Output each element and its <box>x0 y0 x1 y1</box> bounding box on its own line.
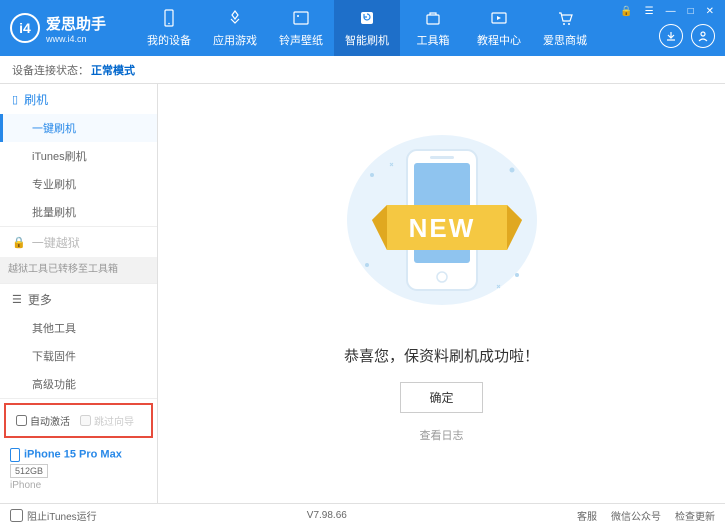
block-itunes-checkbox[interactable]: 阻止iTunes运行 <box>10 508 97 523</box>
lock-icon: 🔒 <box>12 236 26 249</box>
menu-icon: ☰ <box>12 293 22 306</box>
nav-ringtones[interactable]: 铃声壁纸 <box>268 0 334 56</box>
phone-icon <box>159 8 179 28</box>
version-label: V7.98.66 <box>307 510 347 521</box>
auto-activate-checkbox[interactable]: 自动激活 <box>16 413 70 428</box>
new-badge-text: NEW <box>408 213 475 243</box>
device-type: iPhone <box>10 480 147 491</box>
nav-toolbox[interactable]: 工具箱 <box>400 0 466 56</box>
app-title: 爱思助手 <box>46 13 106 34</box>
toolbox-icon <box>423 8 443 28</box>
skip-wizard-checkbox[interactable]: 跳过向导 <box>80 413 134 428</box>
header-right <box>659 24 715 48</box>
footer-update[interactable]: 检查更新 <box>675 508 715 523</box>
nav-smart-flash[interactable]: 智能刷机 <box>334 0 400 56</box>
nav-apps[interactable]: 应用游戏 <box>202 0 268 56</box>
device-info: iPhone 15 Pro Max 512GB iPhone <box>0 442 157 497</box>
device-storage: 512GB <box>10 464 48 478</box>
view-log-link[interactable]: 查看日志 <box>420 427 464 443</box>
sidebar-item-batch-flash[interactable]: 批量刷机 <box>0 198 157 226</box>
video-icon <box>489 8 509 28</box>
sidebar-jailbreak-info: 越狱工具已转移至工具箱 <box>0 257 157 283</box>
sidebar-jailbreak-header: 🔒一键越狱 <box>0 227 157 257</box>
refresh-icon <box>357 8 377 28</box>
nav-tutorials[interactable]: 教程中心 <box>466 0 532 56</box>
success-illustration: NEW <box>372 125 512 325</box>
menu-icon[interactable]: ☰ <box>642 4 657 19</box>
download-button[interactable] <box>659 24 683 48</box>
window-controls: 🔒 ☰ — □ ✕ <box>617 4 717 19</box>
phone-icon: ▯ <box>12 93 18 106</box>
success-message: 恭喜您，保资料刷机成功啦！ <box>344 345 539 366</box>
close-button[interactable]: ✕ <box>703 4 717 19</box>
sidebar-more-header[interactable]: ☰更多 <box>0 284 157 314</box>
lock-icon[interactable]: 🔒 <box>617 4 635 19</box>
logo-icon: i4 <box>10 13 40 43</box>
ok-button[interactable]: 确定 <box>400 382 482 413</box>
footer: 阻止iTunes运行 V7.98.66 客服 微信公众号 检查更新 <box>0 503 725 527</box>
sidebar-item-itunes-flash[interactable]: iTunes刷机 <box>0 142 157 170</box>
app-header: i4 爱思助手 www.i4.cn 我的设备 应用游戏 铃声壁纸 智能刷机 工具… <box>0 0 725 56</box>
status-mode: 正常模式 <box>91 62 135 78</box>
sidebar-item-onekey-flash[interactable]: 一键刷机 <box>0 114 157 142</box>
sidebar-item-download-firmware[interactable]: 下载固件 <box>0 342 157 370</box>
nav-store[interactable]: 爱思商城 <box>532 0 598 56</box>
sidebar-item-pro-flash[interactable]: 专业刷机 <box>0 170 157 198</box>
maximize-button[interactable]: □ <box>685 4 697 19</box>
footer-support[interactable]: 客服 <box>577 508 597 523</box>
device-icon <box>10 448 20 462</box>
cart-icon <box>555 8 575 28</box>
status-bar: 设备连接状态： 正常模式 <box>0 56 725 84</box>
nav-my-device[interactable]: 我的设备 <box>136 0 202 56</box>
sidebar-flash-header[interactable]: ▯刷机 <box>0 84 157 114</box>
sidebar: ▯刷机 一键刷机 iTunes刷机 专业刷机 批量刷机 🔒一键越狱 越狱工具已转… <box>0 84 158 503</box>
checkbox-area: 自动激活 跳过向导 <box>4 403 153 438</box>
user-button[interactable] <box>691 24 715 48</box>
main-content: NEW 恭喜您，保资料刷机成功啦！ 确定 查看日志 <box>158 84 725 503</box>
sidebar-item-advanced[interactable]: 高级功能 <box>0 370 157 398</box>
apps-icon <box>225 8 245 28</box>
device-name: iPhone 15 Pro Max <box>24 449 122 461</box>
sidebar-item-other-tools[interactable]: 其他工具 <box>0 314 157 342</box>
logo-area: i4 爱思助手 www.i4.cn <box>10 13 106 44</box>
minimize-button[interactable]: — <box>663 4 679 19</box>
footer-wechat[interactable]: 微信公众号 <box>611 508 661 523</box>
image-icon <box>291 8 311 28</box>
status-label: 设备连接状态： <box>12 62 89 78</box>
main-nav: 我的设备 应用游戏 铃声壁纸 智能刷机 工具箱 教程中心 爱思商城 <box>136 0 598 56</box>
app-url: www.i4.cn <box>46 34 106 44</box>
